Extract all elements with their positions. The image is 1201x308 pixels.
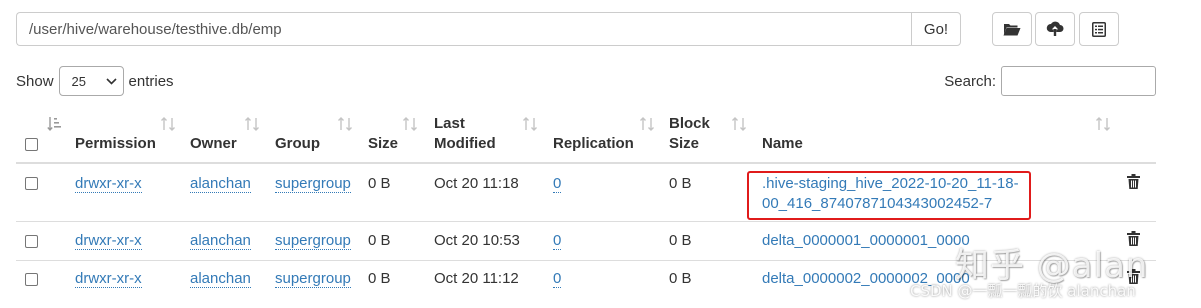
size-value: 0 B — [368, 175, 391, 192]
owner-link[interactable]: alanchan — [190, 175, 251, 193]
row-checkbox[interactable] — [25, 235, 38, 248]
last-modified-value: Oct 20 10:53 — [434, 232, 520, 249]
owner-link[interactable]: alanchan — [190, 270, 251, 288]
list-view-button[interactable] — [1079, 12, 1119, 46]
last-modified-value: Oct 20 11:12 — [434, 270, 519, 287]
folder-open-icon — [1003, 24, 1021, 36]
last-modified-value: Oct 20 11:18 — [434, 175, 519, 192]
header-last-modified-line2: Modified — [434, 135, 496, 152]
path-input[interactable] — [16, 12, 911, 46]
group-link[interactable]: supergroup — [275, 232, 351, 250]
block-size-value: 0 B — [669, 232, 692, 249]
header-permission[interactable]: Permission — [75, 134, 156, 154]
upload-button[interactable] — [1035, 12, 1075, 46]
chevron-down-icon — [105, 77, 117, 85]
header-last-modified-line1: Last — [434, 115, 465, 132]
sort-icon[interactable] — [1095, 116, 1111, 132]
show-label: Show — [16, 72, 54, 90]
highlight-annotation — [747, 171, 1031, 220]
entries-select-value: 25 — [71, 73, 86, 89]
header-block-size-line1: Block — [669, 115, 710, 132]
header-replication[interactable]: Replication — [553, 134, 634, 154]
sort-icon[interactable] — [639, 116, 655, 132]
search-input[interactable] — [1001, 66, 1156, 96]
owner-link[interactable]: alanchan — [190, 232, 251, 250]
header-name[interactable]: Name — [762, 134, 803, 154]
replication-link[interactable]: 0 — [553, 270, 562, 288]
header-owner[interactable]: Owner — [190, 134, 237, 154]
header-group[interactable]: Group — [275, 134, 320, 154]
sort-icon[interactable] — [337, 116, 353, 132]
header-block-size[interactable]: Block Size — [669, 114, 710, 154]
row-checkbox[interactable] — [25, 177, 38, 190]
header-last-modified[interactable]: Last Modified — [434, 114, 496, 154]
group-link[interactable]: supergroup — [275, 270, 351, 288]
sort-asc-icon[interactable] — [47, 116, 61, 132]
header-size[interactable]: Size — [368, 134, 398, 154]
entries-label: entries — [128, 72, 174, 90]
sort-icon[interactable] — [402, 116, 418, 132]
replication-link[interactable]: 0 — [553, 175, 562, 193]
block-size-value: 0 B — [669, 270, 692, 287]
upload-icon — [1046, 21, 1064, 36]
path-bar: Go! — [16, 12, 961, 46]
file-name-link[interactable]: delta_0000001_0000001_0000 — [762, 231, 970, 251]
search-control: Search: — [944, 66, 1156, 96]
csdn-watermark: CSDN @一瓢一瓢的饮 alanchan — [910, 282, 1136, 300]
permission-link[interactable]: drwxr-xr-x — [75, 175, 142, 193]
sort-icon[interactable] — [731, 116, 747, 132]
table-header: Permission Owner Group Size Last Modifie… — [16, 108, 1156, 164]
search-label: Search: — [944, 72, 996, 90]
row-checkbox[interactable] — [25, 273, 38, 286]
list-icon — [1092, 21, 1106, 37]
size-value: 0 B — [368, 232, 391, 249]
sort-icon[interactable] — [522, 116, 538, 132]
sort-icon[interactable] — [160, 116, 176, 132]
permission-link[interactable]: drwxr-xr-x — [75, 232, 142, 250]
create-directory-button[interactable] — [992, 12, 1032, 46]
trash-icon[interactable] — [1127, 174, 1140, 189]
group-link[interactable]: supergroup — [275, 175, 351, 193]
select-all-checkbox[interactable] — [25, 138, 38, 151]
sort-icon[interactable] — [244, 116, 260, 132]
header-block-size-line2: Size — [669, 135, 700, 152]
block-size-value: 0 B — [669, 175, 692, 192]
go-button[interactable]: Go! — [911, 12, 961, 46]
replication-link[interactable]: 0 — [553, 232, 562, 250]
size-value: 0 B — [368, 270, 391, 287]
permission-link[interactable]: drwxr-xr-x — [75, 270, 142, 288]
entries-select[interactable]: 25 — [58, 66, 124, 96]
length-control: Show 25 entries — [16, 66, 174, 96]
